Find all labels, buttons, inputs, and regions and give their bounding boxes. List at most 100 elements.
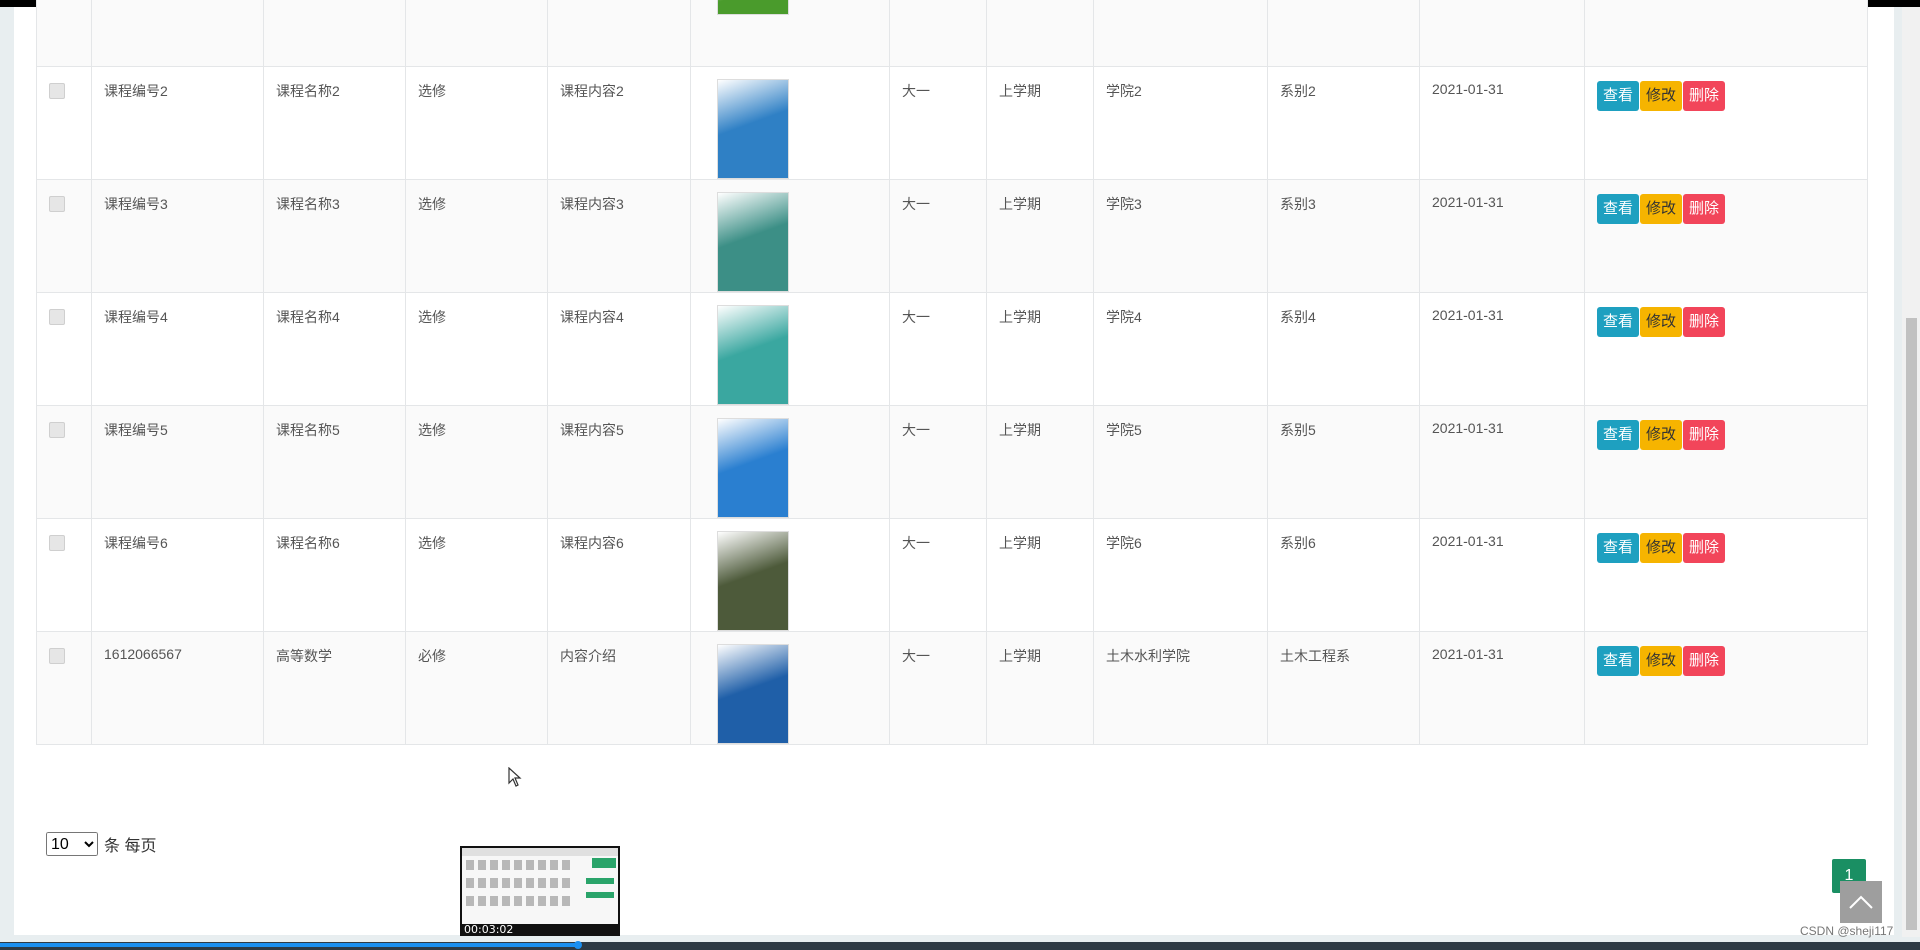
course-cover-image[interactable]	[717, 192, 789, 292]
course-cover-image[interactable]	[717, 418, 789, 518]
cell-id: 课程编号5	[91, 405, 264, 519]
row-checkbox[interactable]	[49, 648, 65, 664]
cell-type: 必修	[405, 631, 548, 745]
cell-content: 课程内容3	[547, 179, 691, 293]
cell-name: 课程名称3	[263, 179, 406, 293]
cell-id: 课程编号3	[91, 179, 264, 293]
delete-button[interactable]: 删除	[1683, 420, 1726, 450]
cell-term: 上学期	[986, 518, 1094, 632]
row-checkbox[interactable]	[49, 422, 65, 438]
view-button[interactable]: 查看	[1597, 81, 1640, 111]
cell-type: 选修	[405, 518, 548, 632]
edit-button[interactable]: 修改	[1640, 533, 1683, 563]
delete-button[interactable]: 删除	[1683, 533, 1726, 563]
cell-id: 1612066567	[91, 631, 264, 745]
cell-dept: 系别4	[1267, 292, 1420, 406]
cell-grade: 大一	[889, 179, 987, 293]
row-checkbox[interactable]	[49, 535, 65, 551]
cell-type: 选修	[405, 66, 548, 180]
cell-content: 课程内容5	[547, 405, 691, 519]
cell-name	[263, 0, 406, 67]
cell-college: 学院2	[1093, 66, 1268, 180]
view-button[interactable]: 查看	[1597, 194, 1640, 224]
row-checkbox[interactable]	[49, 196, 65, 212]
delete-button[interactable]: 删除	[1683, 81, 1726, 111]
course-cover-image[interactable]	[717, 531, 789, 631]
table-row	[36, 0, 1868, 67]
view-button[interactable]: 查看	[1597, 533, 1640, 563]
course-cover-image[interactable]	[717, 0, 789, 15]
pagination: 10 条 每页	[46, 832, 156, 856]
cell-cover	[690, 0, 890, 67]
course-cover-image[interactable]	[717, 305, 789, 405]
delete-button[interactable]: 删除	[1683, 307, 1726, 337]
back-to-top-button[interactable]	[1840, 881, 1882, 923]
watermark: CSDN @sheji117	[1800, 924, 1894, 938]
cell-date	[1419, 0, 1585, 67]
cell-id: 课程编号2	[91, 66, 264, 180]
cell-actions: 查看 修改 删除	[1584, 518, 1868, 632]
course-table: 课程编号2 课程名称2 选修 课程内容2 大一 上学期 学院2 系别2 2021-01-31 查看…	[36, 0, 1868, 745]
row-select-cell	[36, 631, 92, 745]
delete-button[interactable]: 删除	[1683, 194, 1726, 224]
row-checkbox[interactable]	[49, 309, 65, 325]
cell-name: 课程名称5	[263, 405, 406, 519]
cell-id: 课程编号6	[91, 518, 264, 632]
cell-cover	[690, 292, 890, 406]
delete-button[interactable]: 删除	[1683, 646, 1726, 676]
table-row: 1612066567 高等数学 必修 内容介绍 大一 上学期 土木水利学院 土木工程系 2021…	[36, 631, 1868, 745]
edit-button[interactable]: 修改	[1640, 81, 1683, 111]
cell-term: 上学期	[986, 179, 1094, 293]
cell-term: 上学期	[986, 405, 1094, 519]
thumbnail-grid-icon	[462, 848, 618, 906]
cell-actions: 查看 修改 删除	[1584, 66, 1868, 180]
edit-button[interactable]: 修改	[1640, 307, 1683, 337]
cell-id	[91, 0, 264, 67]
per-page-label: 条 每页	[104, 838, 157, 855]
table-row: 课程编号5 课程名称5 选修 课程内容5 大一 上学期 学院5 系别5 2021-01-31 查看…	[36, 405, 1868, 519]
cell-actions	[1584, 0, 1868, 67]
cell-name: 课程名称6	[263, 518, 406, 632]
view-button[interactable]: 查看	[1597, 307, 1640, 337]
edit-button[interactable]: 修改	[1640, 646, 1683, 676]
row-select-cell	[36, 179, 92, 293]
video-preview-thumbnail[interactable]: 00:03:02	[460, 846, 620, 936]
cell-date: 2021-01-31	[1419, 631, 1585, 745]
edit-button[interactable]: 修改	[1640, 194, 1683, 224]
cell-grade: 大一	[889, 405, 987, 519]
cell-grade: 大一	[889, 631, 987, 745]
video-progress-handle[interactable]	[574, 941, 582, 949]
cell-dept: 土木工程系	[1267, 631, 1420, 745]
view-button[interactable]: 查看	[1597, 420, 1640, 450]
cell-type: 选修	[405, 405, 548, 519]
row-select-cell	[36, 405, 92, 519]
mouse-cursor-icon	[508, 767, 522, 787]
cell-cover	[690, 405, 890, 519]
table-row: 课程编号6 课程名称6 选修 课程内容6 大一 上学期 学院6 系别6 2021-01-31 查看…	[36, 518, 1868, 632]
cell-term: 上学期	[986, 66, 1094, 180]
course-cover-image[interactable]	[717, 79, 789, 179]
cell-id: 课程编号4	[91, 292, 264, 406]
view-button[interactable]: 查看	[1597, 646, 1640, 676]
edit-button[interactable]: 修改	[1640, 420, 1683, 450]
page-size-select[interactable]: 10	[46, 832, 98, 856]
cell-grade: 大一	[889, 292, 987, 406]
row-checkbox[interactable]	[49, 83, 65, 99]
chevron-up-icon	[1849, 895, 1873, 909]
cell-college: 学院6	[1093, 518, 1268, 632]
cell-date: 2021-01-31	[1419, 518, 1585, 632]
scrollbar-thumb[interactable]	[1906, 318, 1917, 930]
video-preview-screen	[462, 848, 618, 924]
cell-actions: 查看 修改 删除	[1584, 292, 1868, 406]
row-select-cell	[36, 66, 92, 180]
cell-dept: 系别6	[1267, 518, 1420, 632]
cell-dept: 系别2	[1267, 66, 1420, 180]
table-row: 课程编号4 课程名称4 选修 课程内容4 大一 上学期 学院4 系别4 2021-01-31 查看…	[36, 292, 1868, 406]
cell-name: 课程名称4	[263, 292, 406, 406]
cell-term	[986, 0, 1094, 67]
cell-name: 高等数学	[263, 631, 406, 745]
course-cover-image[interactable]	[717, 644, 789, 744]
table-row: 课程编号3 课程名称3 选修 课程内容3 大一 上学期 学院3 系别3 2021-01-31 查看…	[36, 179, 1868, 293]
cell-college: 学院4	[1093, 292, 1268, 406]
cell-actions: 查看 修改 删除	[1584, 631, 1868, 745]
